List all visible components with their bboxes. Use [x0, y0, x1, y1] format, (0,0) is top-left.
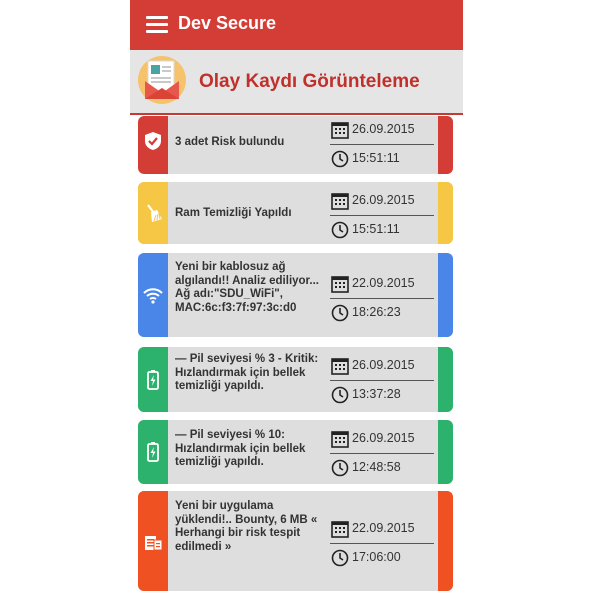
calendar-icon [331, 358, 349, 375]
app-install-icon [145, 536, 163, 551]
event-date: 26.09.2015 [352, 431, 415, 445]
event-item[interactable]: — Pil seviyesi % 3 - Kritik: Hızlandırma… [138, 347, 453, 412]
event-time: 15:51:11 [352, 222, 400, 236]
mail-document-icon [138, 56, 186, 104]
phone-screen: Dev Secure Olay Kaydı Görünteleme 3 adet… [130, 0, 463, 592]
event-date: 26.09.2015 [352, 193, 415, 207]
clock-icon [331, 150, 349, 168]
broom-icon [147, 204, 162, 222]
event-message: — Pil seviyesi % 10: Hızlandırmak için b… [175, 429, 306, 468]
event-color-strip [438, 182, 453, 244]
calendar-icon [331, 431, 349, 448]
page-title: Olay Kaydı Görünteleme [199, 71, 420, 92]
event-color-strip [438, 491, 453, 591]
clock-icon [331, 459, 349, 477]
clock-icon [331, 304, 349, 322]
event-time: 15:51:11 [352, 151, 400, 165]
calendar-icon [331, 122, 349, 139]
calendar-icon [331, 276, 349, 293]
divider [330, 144, 434, 145]
clock-icon [331, 386, 349, 404]
clock-icon [331, 549, 349, 567]
divider [330, 215, 434, 216]
wifi-icon [143, 288, 163, 304]
divider [330, 453, 434, 454]
event-item[interactable]: Ram Temizliği Yapıldı 26.09.2015 15:51:1… [138, 182, 453, 244]
event-time: 17:06:00 [352, 550, 401, 564]
clock-icon [331, 221, 349, 239]
event-date: 22.09.2015 [352, 276, 415, 290]
event-message: Ram Temizliği Yapıldı [175, 207, 292, 219]
app-bar: Dev Secure [130, 0, 463, 50]
event-item[interactable]: Yeni bir uygulama yüklendi!.. Bounty, 6 … [138, 491, 453, 591]
battery-charging-icon [147, 370, 159, 390]
battery-charging-icon [147, 442, 159, 462]
event-datetime: 26.09.2015 12:48:58 [330, 428, 434, 479]
shield-check-icon [145, 132, 161, 150]
event-message: Yeni bir uygulama yüklendi!.. Bounty, 6 … [175, 500, 318, 553]
event-date: 22.09.2015 [352, 521, 415, 535]
event-message: Yeni bir kablosuz ağ algılandı!! Analiz … [175, 261, 319, 314]
event-datetime: 22.09.2015 17:06:00 [330, 518, 434, 569]
page-header: Olay Kaydı Görünteleme [130, 50, 463, 115]
calendar-icon [331, 521, 349, 538]
event-time: 12:48:58 [352, 460, 401, 474]
event-item[interactable]: 3 adet Risk bulundu 26.09.2015 15:51:11 [138, 116, 453, 174]
divider [330, 380, 434, 381]
event-datetime: 26.09.2015 15:51:11 [330, 119, 434, 170]
event-date: 26.09.2015 [352, 122, 415, 136]
event-datetime: 26.09.2015 15:51:11 [330, 190, 434, 241]
event-color-strip [438, 347, 453, 412]
app-title: Dev Secure [178, 13, 277, 33]
event-message: 3 adet Risk bulundu [175, 136, 285, 148]
event-color-strip [438, 116, 453, 174]
divider [330, 298, 434, 299]
event-time: 13:37:28 [352, 387, 401, 401]
event-date: 26.09.2015 [352, 358, 415, 372]
event-item[interactable]: Yeni bir kablosuz ağ algılandı!! Analiz … [138, 253, 453, 337]
event-message: — Pil seviyesi % 3 - Kritik: Hızlandırma… [175, 353, 319, 392]
calendar-icon [331, 193, 349, 210]
event-datetime: 22.09.2015 18:26:23 [330, 273, 434, 324]
divider [330, 543, 434, 544]
event-color-strip [438, 253, 453, 337]
event-color-strip [438, 420, 453, 484]
hamburger-menu-icon[interactable] [146, 16, 170, 34]
event-time: 18:26:23 [352, 305, 401, 319]
event-item[interactable]: — Pil seviyesi % 10: Hızlandırmak için b… [138, 420, 453, 484]
event-datetime: 26.09.2015 13:37:28 [330, 355, 434, 406]
